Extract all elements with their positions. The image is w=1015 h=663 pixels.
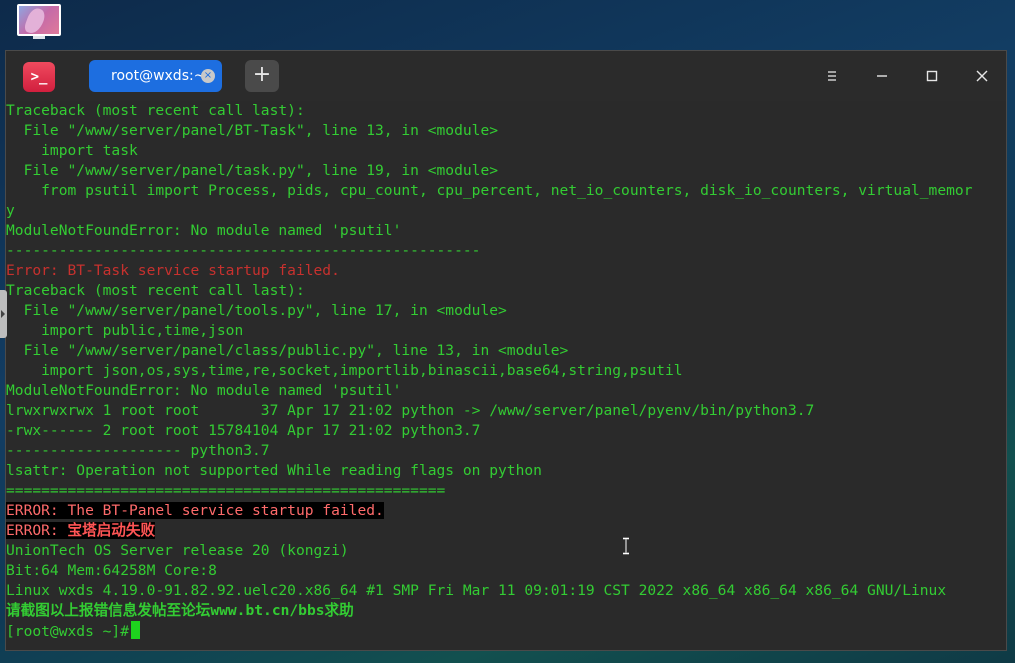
minimize-icon[interactable] <box>869 63 895 89</box>
terminal-line-text: Bit:64 Mem:64258M Core:8 <box>6 562 217 579</box>
side-panel-handle[interactable] <box>0 290 7 338</box>
terminal-line: ========================================… <box>6 481 972 501</box>
title-bar[interactable]: >_ root@wxds:~ × + <box>6 51 1006 101</box>
terminal-line-text: ModuleNotFoundError: No module named 'ps… <box>6 382 402 399</box>
terminal-line-text: ModuleNotFoundError: No module named 'ps… <box>6 222 402 239</box>
terminal-line: Traceback (most recent call last): <box>6 281 972 301</box>
terminal-line: File "/www/server/panel/BT-Task", line 1… <box>6 121 972 141</box>
terminal-line-text: ERROR: The BT-Panel service startup fail… <box>6 502 384 519</box>
terminal-line: ERROR: 宝塔启动失败 <box>6 521 972 541</box>
terminal-line: import public,time,json <box>6 321 972 341</box>
terminal-line-text: File "/www/server/panel/BT-Task", line 1… <box>6 122 499 139</box>
terminal-line-text: UnionTech OS Server release 20 (kongzi) <box>6 542 349 559</box>
terminal-line: [root@wxds ~]# <box>6 621 972 641</box>
terminal-line-text: Error: BT-Task service startup failed. <box>6 262 340 279</box>
error-prefix: ERROR: <box>6 522 68 539</box>
terminal-line: ModuleNotFoundError: No module named 'ps… <box>6 221 972 241</box>
terminal-line: -------------------- python3.7 <box>6 441 972 461</box>
desktop-shortcut-icon[interactable] <box>17 4 61 36</box>
terminal-line-text: from psutil import Process, pids, cpu_co… <box>6 182 973 199</box>
terminal-line: from psutil import Process, pids, cpu_co… <box>6 181 972 201</box>
terminal-line-text: File "/www/server/panel/task.py", line 1… <box>6 162 499 179</box>
terminal-window: >_ root@wxds:~ × + Traceback (most recen… <box>5 50 1007 651</box>
terminal-line-text: lsattr: Operation not supported While re… <box>6 462 542 479</box>
terminal-line-text: -------------------- python3.7 <box>6 442 270 459</box>
terminal-line-text: [root@wxds ~]# <box>6 623 130 640</box>
terminal-lines: Traceback (most recent call last): File … <box>6 101 972 641</box>
terminal-line: Traceback (most recent call last): <box>6 101 972 121</box>
terminal-line-text: File "/www/server/panel/class/public.py"… <box>6 342 569 359</box>
terminal-line: ModuleNotFoundError: No module named 'ps… <box>6 381 972 401</box>
terminal-line-text: 请截图以上报错信息发帖至论坛www.bt.cn/bbs求助 <box>6 602 354 619</box>
text-cursor-ibeam-icon <box>623 537 629 555</box>
terminal-line: import task <box>6 141 972 161</box>
terminal-line: ----------------------------------------… <box>6 241 972 261</box>
tab-root-terminal[interactable]: root@wxds:~ × <box>89 60 222 92</box>
terminal-line: File "/www/server/panel/tools.py", line … <box>6 301 972 321</box>
monitor-stand-icon <box>33 36 45 39</box>
terminal-app-icon[interactable]: >_ <box>23 62 55 92</box>
terminal-line: y <box>6 201 972 221</box>
terminal-line: Bit:64 Mem:64258M Core:8 <box>6 561 972 581</box>
terminal-line: UnionTech OS Server release 20 (kongzi) <box>6 541 972 561</box>
terminal-line-text: import json,os,sys,time,re,socket,import… <box>6 362 683 379</box>
close-icon[interactable] <box>969 63 995 89</box>
terminal-line: File "/www/server/panel/task.py", line 1… <box>6 161 972 181</box>
terminal-line-text: Linux wxds 4.19.0-91.82.92.uelc20.x86_64… <box>6 582 947 599</box>
terminal-line-text: y <box>6 202 15 219</box>
terminal-line-text: -rwx------ 2 root root 15784104 Apr 17 2… <box>6 422 481 439</box>
terminal-line-text: Traceback (most recent call last): <box>6 282 305 299</box>
terminal-line: import json,os,sys,time,re,socket,import… <box>6 361 972 381</box>
tab-close-icon[interactable]: × <box>201 69 215 83</box>
error-message-cn: 宝塔启动失败 <box>67 522 156 539</box>
hamburger-menu-icon[interactable] <box>819 63 845 89</box>
terminal-line-text: File "/www/server/panel/tools.py", line … <box>6 302 507 319</box>
terminal-line-text: Traceback (most recent call last): <box>6 102 305 119</box>
terminal-line: lrwxrwxrwx 1 root root 37 Apr 17 21:02 p… <box>6 401 972 421</box>
terminal-line: lsattr: Operation not supported While re… <box>6 461 972 481</box>
terminal-line-text: import task <box>6 142 138 159</box>
terminal-line-text: lrwxrwxrwx 1 root root 37 Apr 17 21:02 p… <box>6 402 815 419</box>
terminal-line: -rwx------ 2 root root 15784104 Apr 17 2… <box>6 421 972 441</box>
terminal-line: Error: BT-Task service startup failed. <box>6 261 972 281</box>
terminal-line: 请截图以上报错信息发帖至论坛www.bt.cn/bbs求助 <box>6 601 972 621</box>
terminal-line: File "/www/server/panel/class/public.py"… <box>6 341 972 361</box>
terminal-line: ERROR: The BT-Panel service startup fail… <box>6 501 972 521</box>
terminal-cursor <box>131 621 141 639</box>
terminal-output[interactable]: Traceback (most recent call last): File … <box>6 101 1006 650</box>
new-tab-button[interactable]: + <box>245 60 279 92</box>
maximize-icon[interactable] <box>919 63 945 89</box>
wallpaper-preview-shape <box>23 6 47 34</box>
terminal-line-text: import public,time,json <box>6 322 244 339</box>
terminal-line-text: ========================================… <box>6 482 446 499</box>
terminal-line: Linux wxds 4.19.0-91.82.92.uelc20.x86_64… <box>6 581 972 601</box>
terminal-line-text: ----------------------------------------… <box>6 242 481 259</box>
tab-label: root@wxds:~ <box>111 68 206 84</box>
